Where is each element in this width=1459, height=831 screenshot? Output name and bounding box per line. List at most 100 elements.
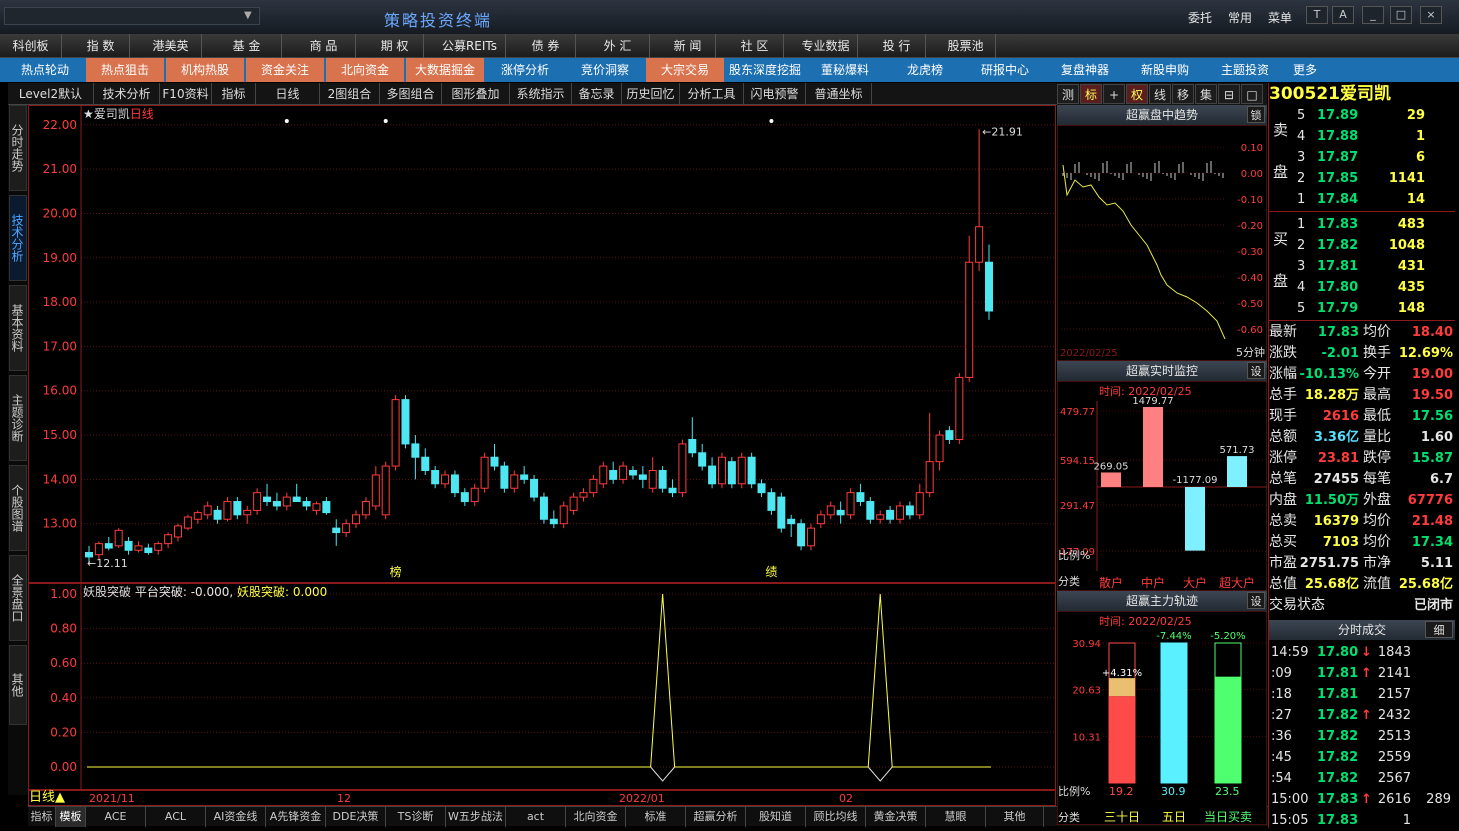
indicator-tab[interactable]: 模板 [56,807,86,827]
panel-tab[interactable]: 线 [1149,84,1171,104]
settings-button[interactable]: 设 [1247,592,1265,609]
indicator-tab[interactable]: 指标 [28,807,56,827]
panel-tab[interactable]: 测 [1057,84,1079,104]
panel-tab[interactable]: 移 [1172,84,1194,104]
menu-item[interactable]: 港美英 [140,34,202,58]
nav-item[interactable]: 大宗交易 [646,58,724,82]
chevron-down-icon[interactable]: ▼ [244,10,252,21]
maximize-button[interactable]: □ [1390,6,1412,24]
order-row[interactable]: 3 17.81 431 [1269,256,1455,277]
nav-item[interactable]: 北向资金 [326,58,404,82]
panel-tab[interactable]: 标 [1080,84,1102,104]
toolbar-item[interactable]: 分析工具 [680,83,744,105]
indicator-tab[interactable]: ACE [86,807,146,827]
toolbar-item[interactable]: 历史回忆 [622,83,680,105]
menu-item[interactable]: 期 权 [366,34,424,58]
toolbar-item[interactable]: 系统指示 [510,83,572,105]
nav-item[interactable]: 董秘爆料 [806,58,884,82]
indicator-tab[interactable]: DDE决策 [326,807,386,827]
indicator-tab[interactable]: 超赢分析 [686,807,746,827]
vertical-tab[interactable]: 主题诊断 [9,375,27,461]
candlestick-chart[interactable]: 22.00 21.00 20.00 19.00 18.00 17.00 16.00 15.00… [28,105,1056,583]
toolbar-item[interactable]: 日线 [256,83,320,105]
search-input[interactable] [4,7,260,25]
nav-item[interactable]: 热点轮动 [6,58,84,82]
vertical-tab[interactable]: 个股图谱 [9,465,27,551]
indicator-tab[interactable]: 标准 [626,807,686,827]
nav-item[interactable]: 研报中心 [966,58,1044,82]
order-row[interactable]: 1 17.83 483 [1269,214,1455,235]
toolbar-item[interactable]: 闪电预警 [744,83,806,105]
indicator-tab[interactable]: act [506,807,566,827]
menu-item[interactable]: 投 行 [868,34,926,58]
toolbar-item[interactable]: 多图组合 [380,83,442,105]
indicator-tab[interactable]: 顾比均线 [806,807,866,827]
order-row[interactable]: 2 17.85 1141 [1269,168,1455,189]
indicator-tab[interactable]: 慧眼 [926,807,986,827]
order-row[interactable]: 5 17.89 29 [1269,105,1455,126]
indicator-tab[interactable]: AI资金线 [206,807,266,827]
indicator-tab[interactable]: A先锋资金 [266,807,326,827]
toolbar-item[interactable]: 指标 [212,83,256,105]
panel-tab[interactable]: 权 [1126,84,1148,104]
menu-item[interactable]: 股票池 [936,34,996,58]
lock-button[interactable]: 锁 [1247,106,1265,123]
nav-item[interactable]: 热点狙击 [86,58,164,82]
nav-item[interactable]: 新股申购 [1126,58,1204,82]
top-link-common[interactable]: 常用 [1228,9,1252,26]
panel-tab[interactable]: □ [1241,84,1263,104]
order-row[interactable]: 4 17.88 1 [1269,126,1455,147]
toolbar-item[interactable]: 技术分析 [94,83,160,105]
toolbar-item[interactable]: 普通坐标 [806,83,872,105]
nav-item[interactable]: 竞价洞察 [566,58,644,82]
nav-item[interactable]: 龙虎榜 [886,58,964,82]
order-row[interactable]: 5 17.79 148 [1269,298,1455,319]
menu-item[interactable]: 新 闻 [660,34,716,58]
top-link-menu[interactable]: 菜单 [1268,9,1292,26]
nav-item[interactable]: 主题投资 [1206,58,1284,82]
vertical-tab[interactable]: 分时走势 [9,105,27,191]
menu-item[interactable]: 商 品 [292,34,356,58]
nav-item[interactable]: 更多 [1286,58,1324,82]
toolbar-item[interactable]: 备忘录 [572,83,622,105]
nav-item[interactable]: 机构热股 [166,58,244,82]
panel-tab[interactable]: 集 [1195,84,1217,104]
toolbar-item[interactable]: Level2默认 [8,83,94,105]
vertical-tab[interactable]: 全景盘口 [9,555,27,641]
detail-button[interactable]: 细 [1425,621,1453,638]
toolbar-item[interactable]: 2图组合 [320,83,380,105]
indicator-tab[interactable]: TS诊断 [386,807,446,827]
indicator-chart[interactable]: 1.00 0.80 0.60 0.40 0.20 0.00 妖股突破 平台突破: -0.0… [28,583,1056,790]
panel-tab[interactable]: + [1103,84,1125,104]
order-row[interactable]: 2 17.82 1048 [1269,235,1455,256]
vertical-tab[interactable]: 基本资料 [9,285,27,371]
minimize-button[interactable]: _ [1362,6,1384,24]
indicator-tab[interactable]: 北向资金 [566,807,626,827]
close-button[interactable]: × [1420,6,1442,24]
top-link-entrust[interactable]: 委托 [1188,9,1212,26]
menu-item[interactable]: 公募REITs [434,34,506,58]
menu-item[interactable]: 债 券 [516,34,576,58]
indicator-tab[interactable]: 其他 [986,807,1044,827]
nav-item[interactable]: 涨停分析 [486,58,564,82]
panel-tab[interactable]: ⊟ [1218,84,1240,104]
indicator-tab[interactable]: 股知道 [746,807,806,827]
order-row[interactable]: 3 17.87 6 [1269,147,1455,168]
nav-item[interactable]: 股东深度挖掘 [726,58,804,82]
menu-item[interactable]: 专业数据 [794,34,858,58]
nav-item[interactable]: 大数据掘金 [406,58,484,82]
menu-item[interactable]: 指 数 [72,34,130,58]
settings-button[interactable]: 设 [1247,362,1265,379]
font-t-button[interactable]: T [1306,6,1328,24]
nav-item[interactable]: 复盘神器 [1046,58,1124,82]
period-toggle[interactable]: 日线▲ [29,791,65,805]
toolbar-item[interactable]: 图形叠加 [442,83,510,105]
nav-item[interactable]: 资金关注 [246,58,324,82]
indicator-tab[interactable]: 黄金决策 [866,807,926,827]
menu-item[interactable]: 社 区 [726,34,784,58]
indicator-tab[interactable]: W五步战法 [446,807,506,827]
order-row[interactable]: 4 17.80 435 [1269,277,1455,298]
order-row[interactable]: 1 17.84 14 [1269,189,1455,210]
font-a-button[interactable]: A [1332,6,1354,24]
indicator-tab[interactable]: ACL [146,807,206,827]
